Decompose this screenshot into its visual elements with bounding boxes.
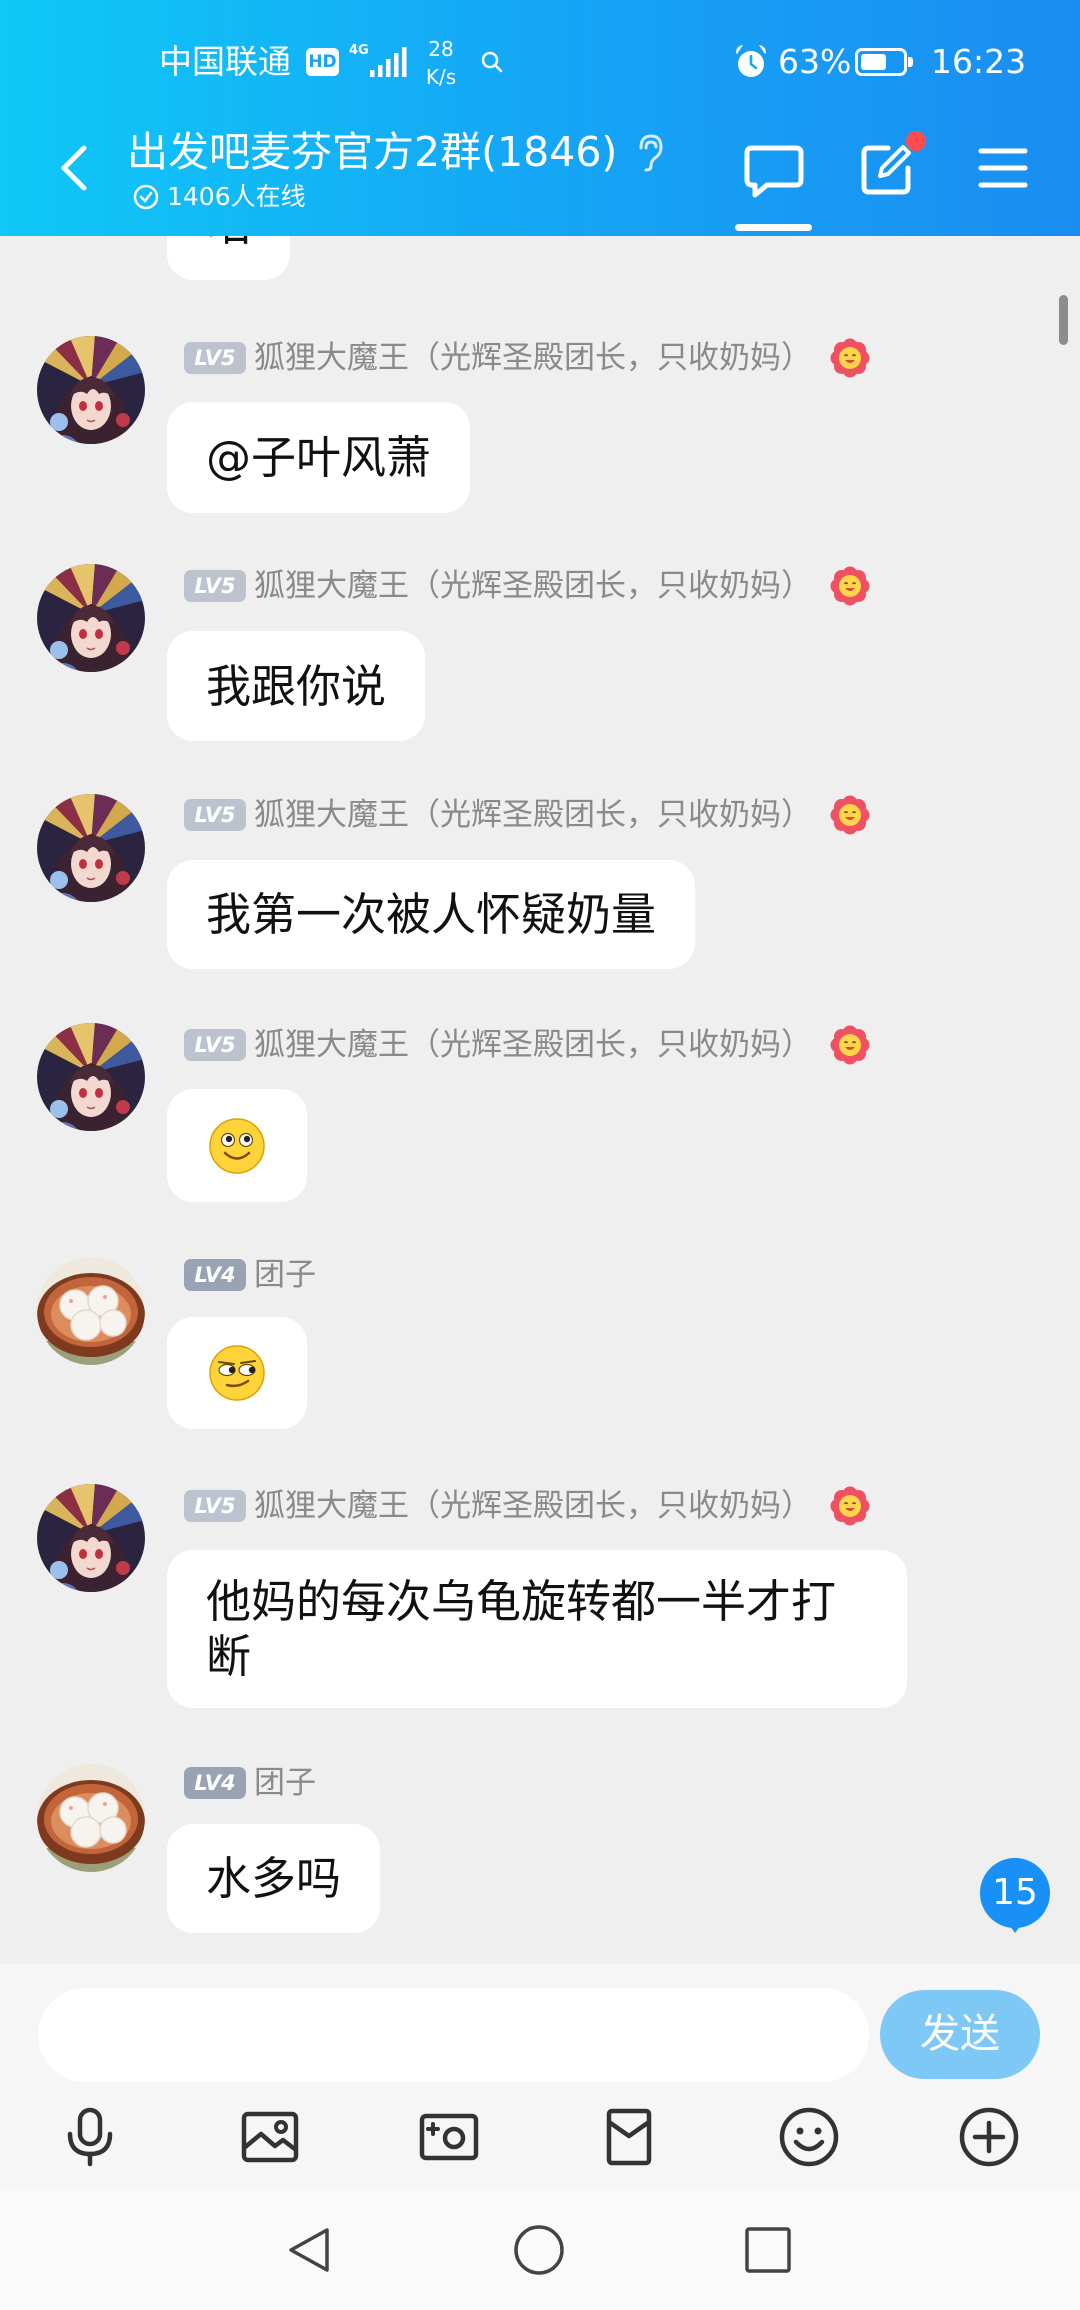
red-packet-icon[interactable]: [596, 2104, 662, 2170]
sender-name[interactable]: 狐狸大魔王（光辉圣殿团长，只收奶妈）: [254, 795, 812, 835]
ear-icon[interactable]: [635, 132, 665, 172]
flower-icon: [830, 1486, 870, 1526]
microphone-icon[interactable]: [57, 2104, 123, 2170]
level-badge: LV4: [184, 1767, 246, 1799]
battery-fill: [861, 54, 887, 70]
scrollbar[interactable]: [1059, 295, 1068, 345]
chat-message-list[interactable]: 咱 LV5 狐狸大魔王（光辉圣殿团长，只收奶妈） @子叶风萧 LV5 狐狸大魔王…: [0, 236, 1080, 1964]
sender-row: LV4 团子: [184, 1763, 316, 1803]
sender-row: LV4 团子: [184, 1255, 316, 1295]
sender-name[interactable]: 狐狸大魔王（光辉圣殿团长，只收奶妈）: [254, 1486, 812, 1526]
sender-row: LV5 狐狸大魔王（光辉圣殿团长，只收奶妈）: [184, 566, 870, 606]
message-bubble[interactable]: @子叶风萧: [167, 402, 471, 513]
message-bubble[interactable]: 他妈的每次乌龟旋转都一半才打断: [167, 1550, 907, 1708]
sender-row: LV5 狐狸大魔王（光辉圣殿团长，只收奶妈）: [184, 795, 870, 835]
avatar[interactable]: [37, 1764, 145, 1872]
camera-icon[interactable]: [416, 2104, 482, 2170]
alarm-icon: [736, 45, 766, 77]
edit-icon[interactable]: [858, 140, 916, 198]
plus-circle-icon[interactable]: [956, 2104, 1022, 2170]
message-bubble[interactable]: 咱: [167, 236, 291, 280]
message-bubble[interactable]: [167, 1089, 307, 1202]
hd-icon: HD: [306, 48, 339, 76]
level-badge: LV5: [184, 799, 246, 831]
sender-row: LV5 狐狸大魔王（光辉圣殿团长，只收奶妈）: [184, 1025, 870, 1065]
flower-icon: [830, 1025, 870, 1065]
image-icon[interactable]: [237, 2104, 303, 2170]
message-text: 他妈的每次乌龟旋转都一半才打断: [206, 1575, 837, 1683]
message-text: 我跟你说: [206, 659, 387, 713]
carrier-name: 中国联通: [159, 42, 291, 81]
notification-dot: [906, 131, 926, 151]
battery-icon: [855, 48, 907, 76]
avatar[interactable]: [37, 564, 145, 672]
flower-icon: [830, 795, 870, 835]
search-icon: [481, 51, 503, 73]
active-tab-indicator: [735, 224, 812, 231]
level-badge: LV4: [184, 1259, 246, 1291]
message-text: 我第一次被人怀疑奶量: [206, 888, 657, 941]
clock-time: 16:23: [931, 42, 1027, 81]
online-status[interactable]: 1406人在线: [133, 182, 306, 212]
avatar[interactable]: [37, 1484, 145, 1592]
avatar[interactable]: [37, 336, 145, 444]
message-text: 咱: [206, 236, 251, 252]
sender-row: LV5 狐狸大魔王（光辉圣殿团长，只收奶妈）: [184, 338, 870, 378]
message-text: 水多吗: [206, 1852, 342, 1905]
chevron-left-icon[interactable]: [56, 140, 92, 196]
level-badge: LV5: [184, 1490, 246, 1522]
sender-name[interactable]: 团子: [254, 1763, 316, 1803]
avatar[interactable]: [37, 794, 145, 902]
message-bubble[interactable]: 我第一次被人怀疑奶量: [167, 860, 696, 969]
message-bubble[interactable]: 水多吗: [167, 1824, 381, 1933]
battery-nub: [908, 57, 913, 67]
recents-square-icon[interactable]: [742, 2224, 794, 2276]
back-triangle-icon[interactable]: [283, 2224, 335, 2276]
message-text: @子叶风萧: [206, 431, 432, 484]
avatar[interactable]: [37, 1257, 145, 1365]
net-speed-value: 28: [428, 37, 454, 61]
sender-row: LV5 狐狸大魔王（光辉圣殿团长，只收奶妈）: [184, 1486, 870, 1526]
network-type: 4G: [349, 43, 369, 58]
group-title-row[interactable]: 出发吧麦芬官方2群(1846): [127, 126, 665, 178]
smile-emoji-icon: [208, 1117, 266, 1175]
sender-name[interactable]: 狐狸大魔王（光辉圣殿团长，只收奶妈）: [254, 566, 812, 606]
signal-icon: [370, 47, 407, 77]
send-button[interactable]: 发送: [880, 1990, 1040, 2079]
check-circle-icon: [133, 184, 159, 210]
emoji-icon[interactable]: [776, 2104, 842, 2170]
battery-percent: 63%: [778, 42, 852, 81]
flower-icon: [830, 338, 870, 378]
smirk-emoji-icon: [208, 1344, 266, 1402]
sender-name[interactable]: 狐狸大魔王（光辉圣殿团长，只收奶妈）: [254, 1025, 812, 1065]
home-circle-icon[interactable]: [513, 2224, 565, 2276]
group-title[interactable]: 出发吧麦芬官方2群(1846): [127, 126, 617, 178]
unread-count-badge[interactable]: 15: [980, 1858, 1050, 1933]
message-bubble[interactable]: 我跟你说: [167, 631, 426, 741]
chat-bubble-icon[interactable]: [743, 142, 805, 200]
header: 中国联通 HD 4G 28 K/s 63% 16:23 出发吧麦芬官方2群(18…: [0, 0, 1080, 236]
sender-name[interactable]: 团子: [254, 1255, 316, 1295]
avatar[interactable]: [37, 1023, 145, 1131]
flower-icon: [830, 566, 870, 606]
level-badge: LV5: [184, 342, 246, 374]
sender-name[interactable]: 狐狸大魔王（光辉圣殿团长，只收奶妈）: [254, 338, 812, 378]
menu-icon[interactable]: [978, 146, 1028, 190]
message-bubble[interactable]: [167, 1317, 307, 1429]
message-input[interactable]: [38, 1988, 869, 2082]
level-badge: LV5: [184, 1029, 246, 1061]
level-badge: LV5: [184, 570, 246, 602]
online-count: 1406人在线: [167, 182, 306, 211]
net-speed-unit: K/s: [425, 65, 457, 89]
